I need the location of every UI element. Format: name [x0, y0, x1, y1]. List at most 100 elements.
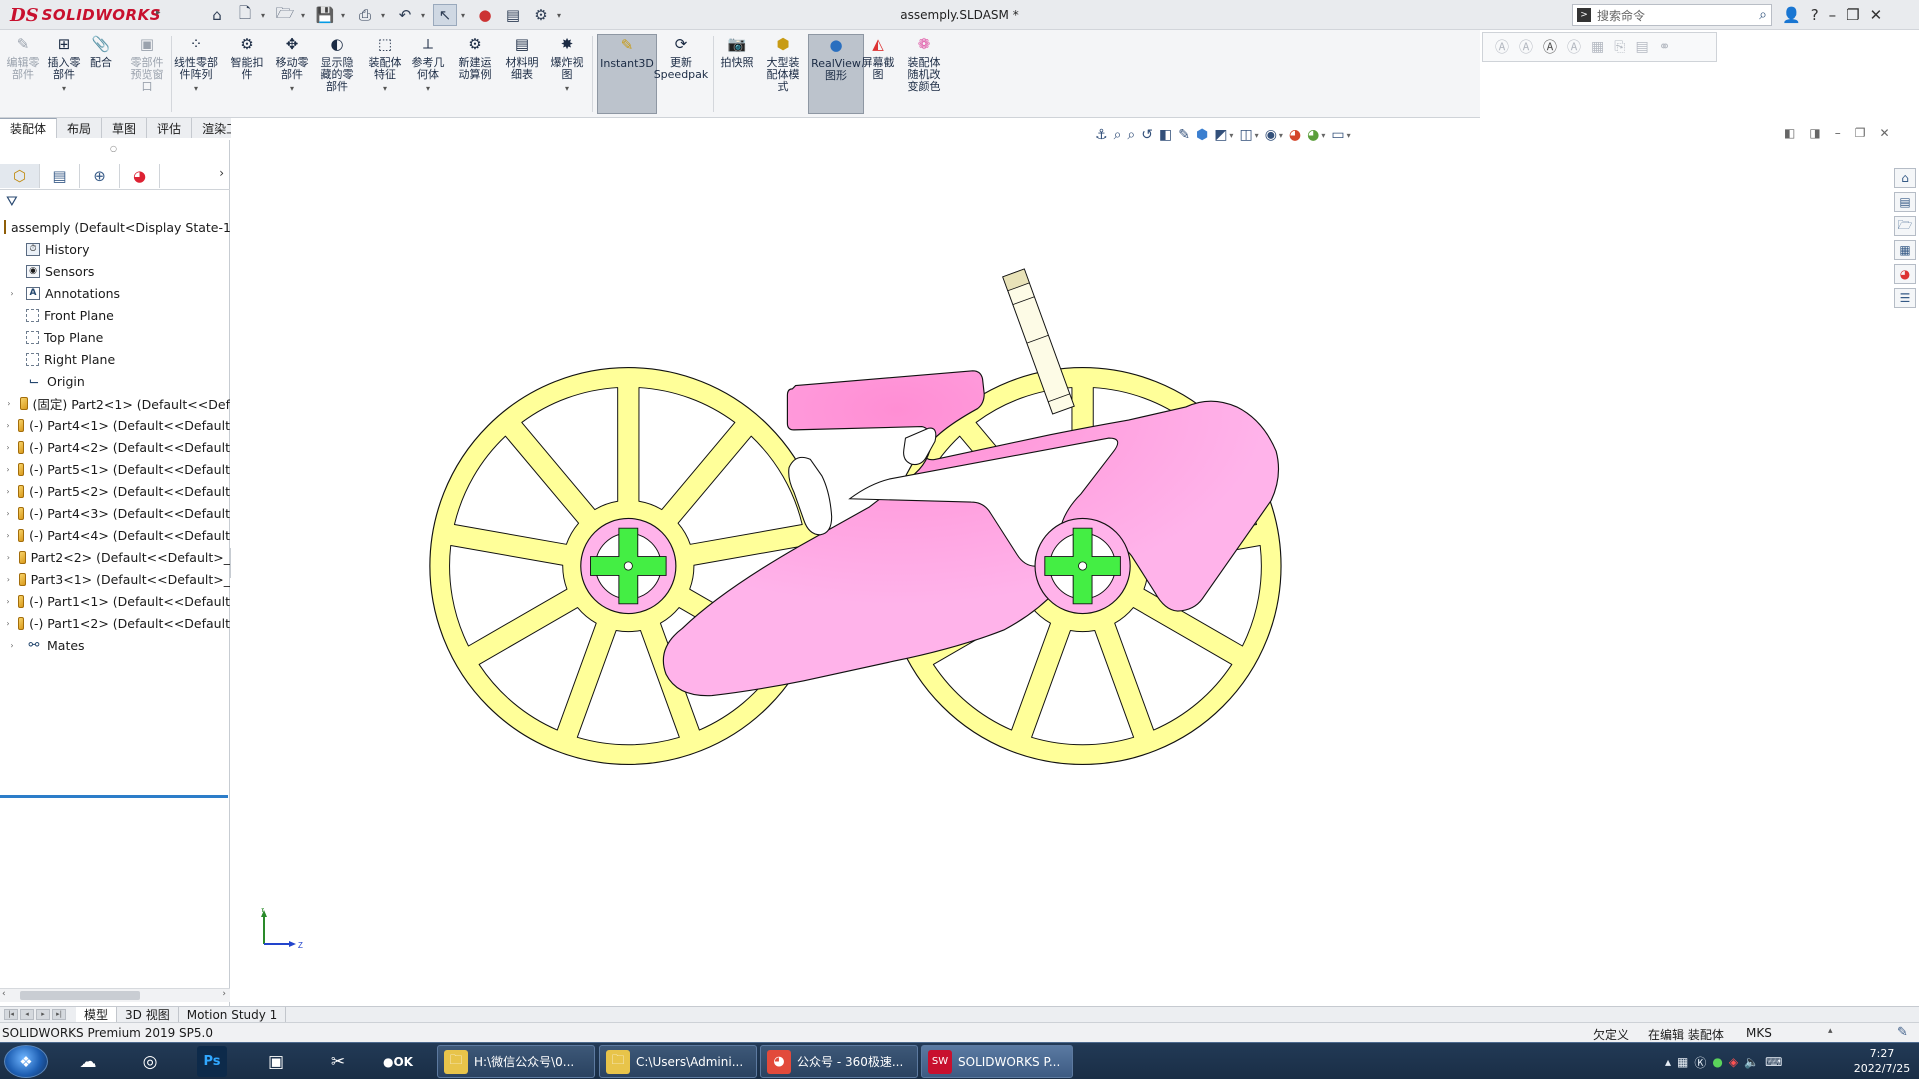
tree-item[interactable]: › (-) Part4<4> (Default<<Default: [0, 524, 230, 546]
tray-volume-icon[interactable]: 🔈: [1744, 1055, 1759, 1069]
taskbar-task[interactable]: SW SOLIDWORKS P...: [921, 1045, 1073, 1078]
ribbon-button-edit-component[interactable]: ✎ 编辑零 部件: [4, 34, 42, 114]
solidworks-logo[interactable]: DS SOLIDWORKS: [10, 3, 161, 27]
configuration-manager-icon[interactable]: ⊕: [80, 163, 120, 188]
horizontal-scrollbar[interactable]: ‹ ›: [0, 988, 230, 1002]
ribbon-button-smart-fasteners[interactable]: ⚙ 智能扣 件: [226, 34, 268, 114]
help-icon[interactable]: ?: [1811, 6, 1819, 24]
print-icon[interactable]: ⎙: [353, 4, 377, 26]
tree-item[interactable]: ⏱ History: [0, 238, 230, 260]
chevron-right-icon[interactable]: ›: [219, 166, 224, 180]
baidu-netdisk-icon[interactable]: ☁: [68, 1046, 108, 1077]
tree-item[interactable]: ⌙ Origin: [0, 370, 230, 392]
search-commands-box[interactable]: > 搜索命令 ⌕: [1572, 4, 1772, 26]
expand-arrow-icon[interactable]: ›: [6, 421, 10, 430]
expand-arrow-icon[interactable]: ›: [6, 509, 10, 518]
expand-arrow-icon[interactable]: ›: [6, 487, 10, 496]
tree-item[interactable]: › ⚯ Mates: [0, 634, 230, 656]
ribbon-button-move-component[interactable]: ✥ 移动零 部件 ▾: [270, 34, 314, 114]
ribbon-button-insert-component[interactable]: ⊞ 插入零 部件 ▾: [44, 34, 84, 114]
tree-item[interactable]: › (-) Part5<2> (Default<<Default: [0, 480, 230, 502]
ribbon-dropdown-icon[interactable]: ▾: [194, 83, 198, 95]
media-icon[interactable]: ▣: [256, 1046, 296, 1077]
ribbon-button-random-color[interactable]: ❁ 装配体 随机改 变颜色: [900, 34, 948, 114]
tray-expand-icon[interactable]: ▴: [1665, 1055, 1671, 1069]
expand-arrow-icon[interactable]: ›: [6, 465, 10, 474]
command-tab[interactable]: 评估: [147, 118, 193, 138]
ok-recorder-icon[interactable]: ●OK: [378, 1046, 418, 1077]
tree-rollback-bar[interactable]: [0, 795, 228, 798]
taskbar-task[interactable]: 🗀 C:\Users\Admini...: [599, 1045, 757, 1078]
scroll-right-icon[interactable]: ›: [222, 989, 226, 999]
ribbon-dropdown-icon[interactable]: ▾: [62, 83, 66, 95]
user-icon[interactable]: 👤: [1782, 6, 1801, 24]
ribbon-button-large-assembly[interactable]: ⬢ 大型装 配体模 式: [759, 34, 807, 114]
tray-app-icon[interactable]: ▦: [1677, 1055, 1688, 1069]
search-input[interactable]: 搜索命令: [1597, 7, 1645, 24]
scroll-left-icon[interactable]: ‹: [2, 989, 6, 999]
ribbon-button-reference-geometry[interactable]: ⟂ 参考几 何体 ▾: [406, 34, 450, 114]
tray-network-icon[interactable]: Ⓚ: [1694, 1054, 1706, 1071]
tree-item[interactable]: › Part2<2> (Default<<Default>_: [0, 546, 230, 568]
ribbon-dropdown-icon[interactable]: ▾: [383, 83, 387, 95]
expand-arrow-icon[interactable]: ›: [6, 575, 11, 584]
first-tab-icon[interactable]: |◂: [4, 1009, 18, 1020]
tree-root-assembly[interactable]: assemply (Default<Display State-1: [0, 216, 230, 238]
tray-update-icon[interactable]: ●: [1712, 1055, 1722, 1069]
ribbon-dropdown-icon[interactable]: ▾: [426, 83, 430, 95]
tree-item[interactable]: › (-) Part4<1> (Default<<Default: [0, 414, 230, 436]
expand-arrow-icon[interactable]: ›: [6, 597, 10, 606]
ribbon-button-screen-capture[interactable]: ◭ 屏幕截 图: [858, 34, 898, 114]
taskbar-task[interactable]: ◕ 公众号 - 360极速...: [760, 1045, 918, 1078]
home-icon[interactable]: ⌂: [205, 4, 229, 26]
expand-arrow-icon[interactable]: ›: [6, 531, 10, 540]
panel-grip-icon[interactable]: ○: [110, 144, 117, 153]
ribbon-dropdown-icon[interactable]: ▾: [290, 83, 294, 95]
ribbon-button-snapshot[interactable]: 📷 拍快照: [717, 34, 757, 114]
save-dropdown-icon[interactable]: ▾: [341, 11, 349, 20]
command-tab[interactable]: 草图: [102, 118, 148, 138]
ribbon-button-exploded-view[interactable]: ✸ 爆炸视 图 ▾: [545, 34, 589, 114]
tree-item[interactable]: › (-) Part1<2> (Default<<Default: [0, 612, 230, 634]
graphics-area[interactable]: ⚓ ⌕ ⌕ ↺ ◧ ✎ ⬢ ◩ ▾ ◫ ▾ ◉ ▾ ◕ ◕ ▾ ▭ ▾ ◧ ◨ – ❐ ✕…: [231, 118, 1919, 1006]
tree-item[interactable]: › Part3<1> (Default<<Default>_: [0, 568, 230, 590]
tray-antivirus-icon[interactable]: ◈: [1729, 1055, 1738, 1069]
tree-item[interactable]: › (-) Part5<1> (Default<<Default: [0, 458, 230, 480]
feature-manager-icon[interactable]: ⬡: [0, 163, 40, 188]
print-dropdown-icon[interactable]: ▾: [381, 11, 389, 20]
expand-arrow-icon[interactable]: ›: [6, 443, 10, 452]
open-icon[interactable]: 🗁: [273, 4, 297, 26]
close-icon[interactable]: ✕: [1870, 6, 1883, 24]
tree-item[interactable]: › A Annotations: [0, 282, 230, 304]
ribbon-button-bill-of-materials[interactable]: ▤ 材料明 细表: [500, 34, 544, 114]
ribbon-button-realview[interactable]: ● RealView 图形: [808, 34, 864, 114]
ribbon-button-update-speedpak[interactable]: ⟳ 更新 Speedpak: [652, 34, 710, 114]
expand-arrow-icon[interactable]: ›: [6, 641, 18, 650]
undo-icon[interactable]: ↶: [393, 4, 417, 26]
bike-assembly-model[interactable]: [231, 118, 1919, 1006]
save-icon[interactable]: 💾: [313, 4, 337, 26]
prev-tab-icon[interactable]: ◂: [20, 1009, 34, 1020]
ribbon-button-assembly-features[interactable]: ⬚ 装配体 特征 ▾: [364, 34, 406, 114]
tree-item[interactable]: › (-) Part4<3> (Default<<Default: [0, 502, 230, 524]
search-icon[interactable]: ⌕: [1759, 7, 1767, 23]
tree-item[interactable]: Top Plane: [0, 326, 230, 348]
new-dropdown-icon[interactable]: ▾: [261, 11, 269, 20]
scrollbar-thumb[interactable]: [20, 991, 140, 1000]
ribbon-button-mate[interactable]: 📎 配合: [84, 34, 118, 114]
tray-input-icon[interactable]: ⌨: [1765, 1055, 1782, 1069]
tree-item[interactable]: › (-) Part4<2> (Default<<Default: [0, 436, 230, 458]
ribbon-button-show-hidden[interactable]: ◐ 显示隐 藏的零 部件: [314, 34, 360, 114]
next-tab-icon[interactable]: ▸: [36, 1009, 50, 1020]
new-file-icon[interactable]: 🗋: [233, 4, 257, 26]
ribbon-button-component-preview[interactable]: ▣ 零部件 预览窗 口: [126, 34, 168, 114]
status-info-icon[interactable]: ✎: [1897, 1025, 1908, 1040]
taskbar-task[interactable]: 🗀 H:\微信公众号\0...: [437, 1045, 595, 1078]
ribbon-button-instant3d[interactable]: ✎ Instant3D: [597, 34, 657, 114]
windows-start-icon[interactable]: ❖: [4, 1045, 48, 1078]
command-tab[interactable]: 布局: [57, 118, 103, 138]
taskbar-clock[interactable]: 7:27 2022/7/25: [1850, 1046, 1914, 1076]
unit-system[interactable]: MKS: [1746, 1026, 1772, 1040]
tree-item[interactable]: › (固定) Part2<1> (Default<<Def: [0, 392, 230, 414]
units-dropdown-icon[interactable]: ▴: [1828, 1026, 1833, 1036]
